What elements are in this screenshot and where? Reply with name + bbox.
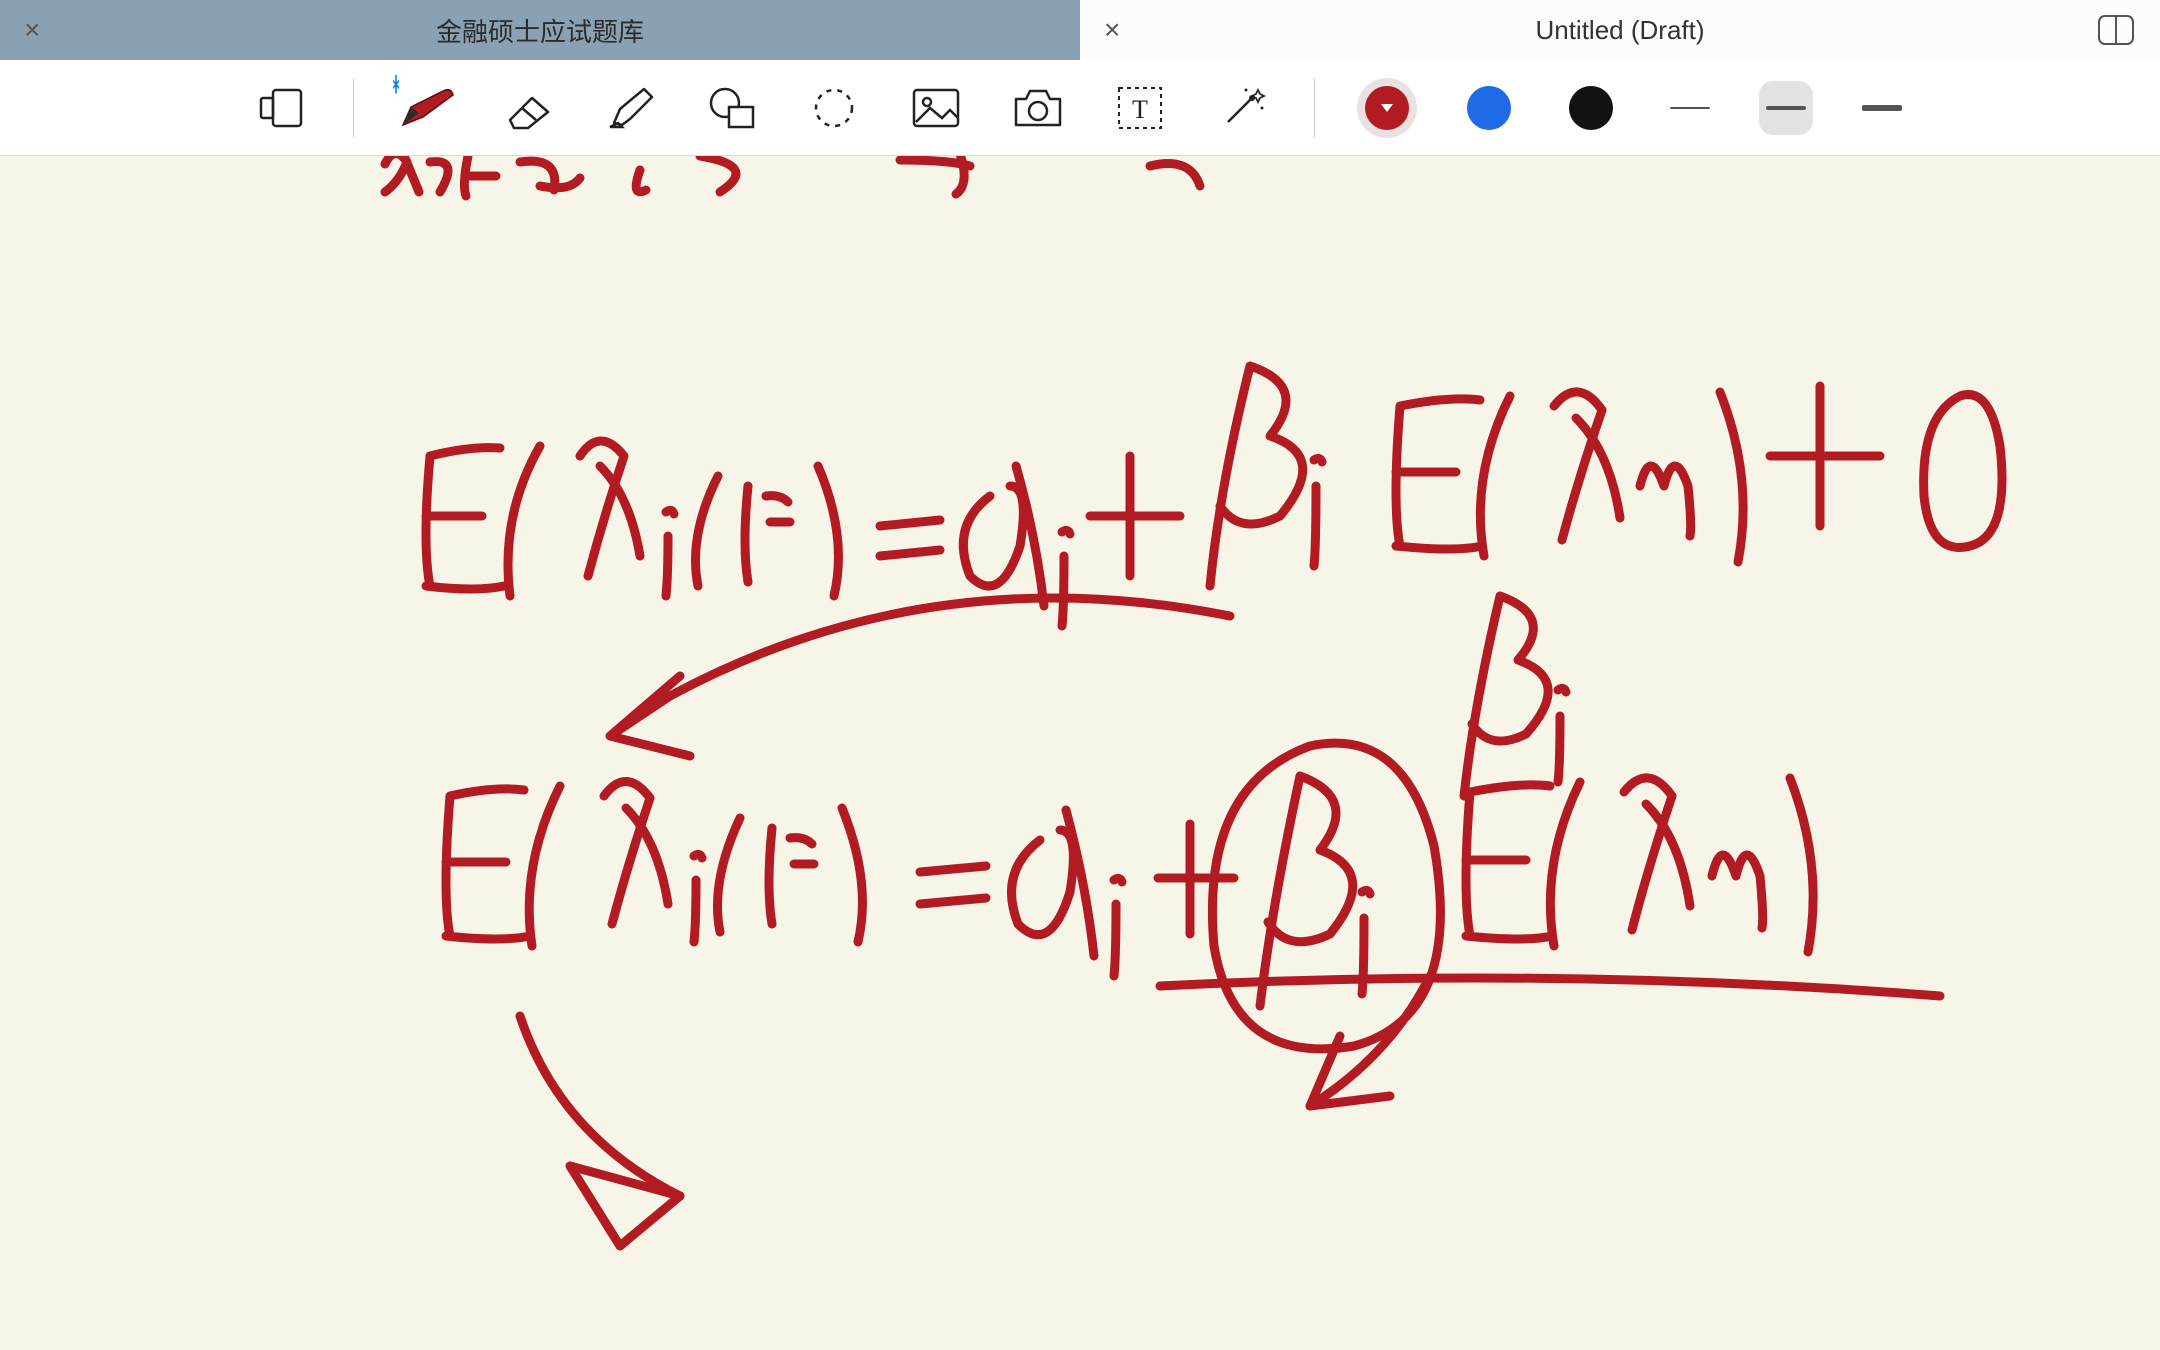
- stroke-medium[interactable]: [1759, 81, 1813, 135]
- lasso-tool[interactable]: [804, 78, 864, 138]
- page-thumbnails-button[interactable]: [251, 78, 311, 138]
- eraser-tool[interactable]: [498, 78, 558, 138]
- tab-question-bank[interactable]: × 金融硕士应试题库: [0, 0, 1080, 60]
- close-icon[interactable]: ×: [24, 16, 40, 44]
- color-black[interactable]: [1561, 78, 1621, 138]
- color-blue[interactable]: [1459, 78, 1519, 138]
- color-red[interactable]: [1357, 78, 1417, 138]
- highlighter-tool[interactable]: [600, 78, 660, 138]
- tab-bar: × 金融硕士应试题库 × Untitled (Draft): [0, 0, 2160, 60]
- pen-tool[interactable]: ᚼ: [396, 78, 456, 138]
- toolbar-divider: [1314, 78, 1315, 138]
- tab-untitled-draft[interactable]: × Untitled (Draft): [1080, 0, 2160, 60]
- tab-title: Untitled (Draft): [1535, 15, 1704, 46]
- insert-image-button[interactable]: [906, 78, 966, 138]
- toolbar-divider: [353, 78, 354, 138]
- note-canvas[interactable]: [0, 156, 2160, 1350]
- stroke-thick[interactable]: [1855, 81, 1909, 135]
- text-tool[interactable]: T: [1110, 78, 1170, 138]
- tab-title: 金融硕士应试题库: [28, 12, 1052, 49]
- shapes-tool[interactable]: [702, 78, 762, 138]
- camera-button[interactable]: [1008, 78, 1068, 138]
- stroke-thin[interactable]: [1663, 81, 1717, 135]
- split-view-icon[interactable]: [2098, 15, 2134, 45]
- close-icon[interactable]: ×: [1104, 16, 1120, 44]
- svg-text:T: T: [1132, 95, 1148, 124]
- magic-wand-tool[interactable]: [1212, 78, 1272, 138]
- bluetooth-icon: ᚼ: [390, 74, 402, 97]
- toolbar: ᚼ: [0, 60, 2160, 156]
